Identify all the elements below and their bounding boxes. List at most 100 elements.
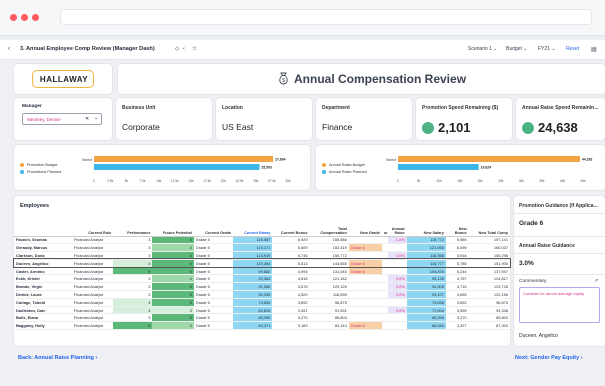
table-cell: 4,715 xyxy=(445,282,469,292)
table-cell[interactable]: Grade 6 xyxy=(348,243,382,253)
category-label: Select xyxy=(386,158,396,162)
table-cell[interactable] xyxy=(348,313,382,323)
table-cell: 160,037 xyxy=(468,243,510,253)
table-row[interactable]: Eckh, Kristel Financial Analyst 3 4 Grade 59… xyxy=(14,274,510,284)
table-cell[interactable]: Grade 6 xyxy=(348,259,382,268)
table-cell[interactable]: 3.0% xyxy=(388,306,407,315)
table-row[interactable]: Duceen, Angelico Financial Analyst 4 5 Grade… xyxy=(13,258,511,269)
column-header[interactable]: Total Compensation xyxy=(309,214,349,237)
money-bag-icon: $ xyxy=(279,72,288,85)
next-link[interactable]: Next: Gender Pay Equity › xyxy=(515,355,583,361)
minimize-window-dot[interactable] xyxy=(21,14,28,21)
close-window-dot[interactable] xyxy=(10,14,17,21)
table-cell: 5 xyxy=(152,236,194,245)
table-row[interactable]: Geraudy, Marcus Financial Analyst 3 4 Grade … xyxy=(14,243,510,253)
edit-icon[interactable]: ◇ xyxy=(175,46,179,52)
table-cell: 5 xyxy=(152,290,194,299)
table-cell[interactable] xyxy=(348,282,382,292)
comment-icon[interactable]: ▤ xyxy=(591,46,597,53)
column-header[interactable]: Current Bonus xyxy=(272,214,310,237)
column-header[interactable]: Current Grade xyxy=(193,214,234,237)
table-cell[interactable] xyxy=(388,243,407,253)
table-cell: Financial Analyst xyxy=(71,321,114,331)
legend-label: Promotion Budget xyxy=(27,163,58,167)
x-tick-label: 30k xyxy=(519,179,525,183)
table-cell: Financial Analyst xyxy=(71,274,114,284)
employees-table: Current Role Performance Future Potential C… xyxy=(13,214,511,331)
table-cell: 4,994 xyxy=(272,267,310,276)
table-cell[interactable]: 3.0% xyxy=(388,251,407,260)
table-cell[interactable]: 3.0% xyxy=(388,282,407,292)
table-cell[interactable]: 3.0% xyxy=(388,290,407,299)
favorite-star-icon[interactable]: ☆ xyxy=(192,46,197,52)
table-cell[interactable] xyxy=(348,290,382,299)
commentary-textarea[interactable]: Consider for above average equity xyxy=(519,287,600,323)
table-cell[interactable] xyxy=(388,298,407,307)
table-cell: Financial Analyst xyxy=(71,243,114,253)
column-header[interactable] xyxy=(14,214,72,237)
table-row[interactable]: Faunch, Seumas Financial Analyst 3 5 Grade 5… xyxy=(14,236,510,245)
table-cell[interactable] xyxy=(388,259,407,268)
table-cell: Grade 5 xyxy=(193,298,234,307)
table-cell[interactable]: Grade 6 xyxy=(348,267,382,276)
x-tick-label: 10k xyxy=(437,179,443,183)
manager-select[interactable]: Mearney, Denise ✕ ⌄ xyxy=(22,113,102,125)
back-arrow-icon[interactable]: ‹ xyxy=(8,46,10,52)
table-row[interactable]: Clarkson, Dona Financial Analyst 3 5 Grade 5… xyxy=(14,251,510,260)
table-row[interactable]: Baggaley, Holly Financial Analyst 5 4 Grade … xyxy=(14,321,510,331)
table-cell[interactable]: Grade 6 xyxy=(348,321,382,331)
table-cell: 3 xyxy=(113,236,153,245)
table-cell[interactable] xyxy=(348,298,382,307)
table-cell: 137,597 xyxy=(468,267,510,276)
x-tick-label: 5k xyxy=(417,179,421,183)
table-row[interactable]: Brande, Virgie Financial Analyst 2 5 Grade 5… xyxy=(14,282,510,292)
logo-card: HALLAWAY xyxy=(14,64,112,94)
column-header[interactable]: Current Role xyxy=(71,214,114,237)
maximize-window-dot[interactable] xyxy=(32,14,39,21)
address-bar[interactable] xyxy=(61,10,591,24)
table-row[interactable]: Dudleston, Dale Financial Analyst 4 3 Grade … xyxy=(14,306,510,315)
clear-icon[interactable]: ✕ xyxy=(85,116,89,122)
column-header[interactable]: New Bonus xyxy=(445,214,469,237)
table-cell[interactable] xyxy=(348,251,382,260)
table-row[interactable]: Deeble, Laura Financial Analyst 2 5 Grade 59… xyxy=(14,290,510,299)
column-header[interactable]: Performance xyxy=(113,214,153,237)
table-cell: Eckh, Kristel xyxy=(14,274,72,284)
location-label: Location xyxy=(222,105,243,111)
table-cell[interactable] xyxy=(348,236,382,245)
share-icon[interactable]: ‹ xyxy=(183,46,185,52)
reset-button[interactable]: Reset xyxy=(566,46,579,52)
company-logo: HALLAWAY xyxy=(32,70,94,88)
table-cell[interactable] xyxy=(388,267,407,276)
chevron-down-icon[interactable]: ⌄ xyxy=(94,115,98,121)
data-label: 25,593 xyxy=(262,166,272,170)
table-cell[interactable] xyxy=(388,321,407,331)
fiscal-year-dropdown[interactable]: FY21 ⌄ xyxy=(538,46,556,52)
table-row[interactable]: Bolle, Elana Financial Analyst 3 5 Grade 5 65… xyxy=(14,313,510,323)
table-cell: 5 xyxy=(152,298,194,307)
table-cell[interactable] xyxy=(388,313,407,323)
scenario-dropdown[interactable]: Scenario 1 ⌄ xyxy=(468,46,498,52)
table-cell: Grade 5 xyxy=(193,267,234,276)
table-cell: 157,141 xyxy=(468,236,510,245)
table-cell: 114,919 xyxy=(233,251,273,260)
column-header[interactable]: Current Salary xyxy=(233,214,273,237)
column-header[interactable]: New Salary xyxy=(406,214,446,237)
table-row[interactable]: Carlage, Tobold Financial Analyst 4 5 Grade … xyxy=(14,298,510,307)
column-header[interactable]: Annual Raise xyxy=(388,214,407,237)
table-cell: Grade 5 xyxy=(193,313,234,323)
column-header[interactable]: New Grade xyxy=(348,214,382,237)
column-header[interactable]: New Total Comp xyxy=(468,214,510,237)
raise-guidance-label: Annual Raise Guidance xyxy=(519,243,575,249)
budget-dropdown[interactable]: Budget ⌄ xyxy=(506,46,527,52)
table-cell[interactable]: 1.0% xyxy=(388,236,407,245)
table-row[interactable]: Caster, Arminio Financial Analyst 5 5 Grade … xyxy=(14,267,510,276)
table-cell: 96,875 xyxy=(468,298,510,307)
table-cell[interactable]: 3.0% xyxy=(388,274,407,284)
table-cell: 3,692 xyxy=(445,298,469,307)
table-cell[interactable] xyxy=(348,274,382,284)
column-header[interactable]: Future Potential xyxy=(152,214,194,237)
back-link[interactable]: Back: Annual Raise Planning › xyxy=(18,355,97,361)
table-cell[interactable] xyxy=(348,306,382,315)
expand-icon[interactable]: ↗ xyxy=(594,278,598,284)
